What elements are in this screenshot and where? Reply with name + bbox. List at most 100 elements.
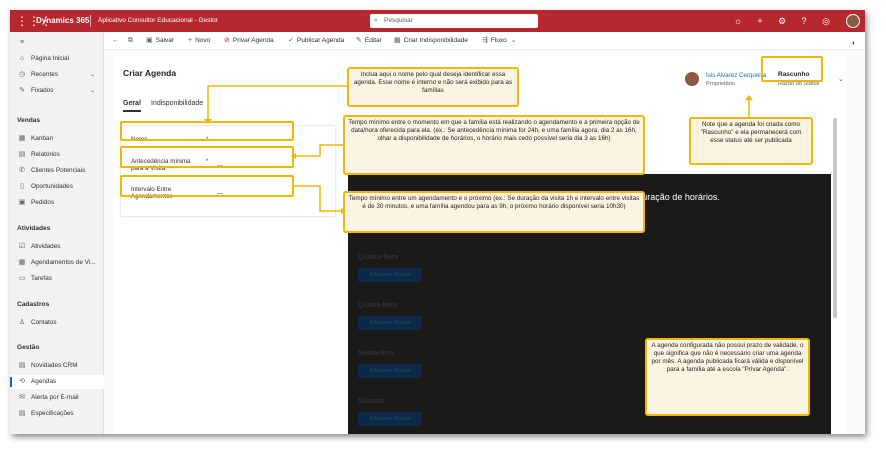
- annotation-status: Note que a agenda foi criada como "Rascu…: [689, 117, 813, 165]
- brand-name[interactable]: Dynamics 365: [36, 16, 89, 25]
- search-icon: ⌕: [374, 17, 378, 24]
- side-panel-icon[interactable]: ◐: [852, 40, 856, 47]
- private-agenda-button[interactable]: ⊘ Privar Agenda: [224, 32, 274, 50]
- sidebar-item-recent[interactable]: ◷ Recentes ⌄: [10, 68, 104, 82]
- sidebar-item-specifications[interactable]: ▤ Especificações: [10, 407, 104, 421]
- schedule-icon: ⟲: [19, 378, 25, 385]
- calendar-icon: ▦: [394, 37, 401, 44]
- chevron-down-icon: ⌄: [90, 72, 96, 78]
- sidebar-item-label: Pedidos: [31, 199, 55, 206]
- sidebar-item-kanban[interactable]: ▦ Kanban: [10, 132, 104, 146]
- sidebar-item-email-alert[interactable]: ✉ Alerta por E-mail: [10, 391, 104, 405]
- flow-label: Fluxo: [490, 37, 507, 44]
- save-label: Salvar: [155, 37, 175, 44]
- add-slot-button[interactable]: Adicionar horário: [358, 316, 422, 330]
- divider: [90, 15, 91, 27]
- block-icon: ⊘: [224, 37, 230, 44]
- flow-button[interactable]: ⇶ Fluxo ⌄: [482, 32, 520, 50]
- sidebar-item-orders[interactable]: ▣ Pedidos: [10, 196, 104, 210]
- sidebar-item-pinned[interactable]: ✎ Fixados ⌄: [10, 84, 104, 98]
- scrollbar[interactable]: [833, 118, 837, 318]
- day-label-wednesday: Quarta-feira: [358, 252, 399, 261]
- new-button[interactable]: + Novo: [188, 32, 210, 50]
- tab-unavailability[interactable]: Indisponibilidade: [151, 100, 203, 107]
- highlight-interval: [120, 175, 294, 197]
- sidebar-item-label: Alerta por E-mail: [31, 394, 79, 401]
- owner-role: Proprietário: [706, 81, 735, 87]
- new-label: Novo: [195, 37, 211, 44]
- hamburger-menu[interactable]: ≡: [10, 36, 104, 50]
- sidebar-item-reports[interactable]: ▤ Relatórios: [10, 148, 104, 162]
- user-avatar[interactable]: [846, 14, 860, 28]
- group-title-management: Gestão: [17, 344, 40, 351]
- document-icon: ▯: [20, 183, 24, 190]
- edit-label: Editar: [364, 37, 382, 44]
- highlight-advance: [120, 146, 294, 168]
- plus-icon: +: [188, 37, 193, 44]
- chevron-down-icon: ⌄: [510, 37, 517, 44]
- list-icon: ▤: [18, 410, 26, 417]
- top-bar: ⋮⋮⋮ Dynamics 365 Aplicativo Consultor Ed…: [10, 10, 865, 32]
- sidebar-item-agendas[interactable]: ⟲ Agendas: [10, 375, 104, 389]
- kanban-icon: ▦: [18, 135, 26, 142]
- pin-icon: ✎: [19, 87, 25, 94]
- back-button[interactable]: ←: [112, 32, 122, 50]
- sidebar-item-tasks[interactable]: ▭ Tarefas: [10, 272, 104, 286]
- search-input[interactable]: ⌕ Pesquisar: [370, 14, 538, 28]
- chart-icon: ▤: [18, 151, 26, 158]
- check-icon: ✓: [288, 37, 294, 44]
- create-unavailability-button[interactable]: ▦ Criar Indisponibilidade: [394, 32, 468, 50]
- search-placeholder: Pesquisar: [384, 17, 413, 24]
- add-slot-button[interactable]: Adicionar horário: [358, 364, 422, 378]
- help-icon[interactable]: ?: [798, 15, 810, 27]
- sidebar-item-contacts[interactable]: ♙ Contatos: [10, 316, 104, 330]
- day-label-thursday: Quinta-feira: [358, 300, 398, 309]
- sidebar-item-leads[interactable]: ✆ Clientes Potenciais: [10, 164, 104, 178]
- save-button[interactable]: ▣ Salvar: [146, 32, 174, 50]
- app-name[interactable]: Aplicativo Consultor Educacional - Gesto…: [98, 17, 218, 24]
- sidebar-item-label: Recentes: [31, 71, 58, 78]
- sidebar-item-label: Página Inicial: [31, 55, 70, 62]
- order-icon: ▣: [18, 199, 26, 206]
- arrow-left-icon: ←: [112, 37, 119, 44]
- plus-icon[interactable]: +: [754, 15, 766, 27]
- mail-icon: ✉: [19, 394, 25, 401]
- chevron-down-icon[interactable]: ⌄: [838, 75, 844, 83]
- page-title: Criar Agenda: [123, 68, 177, 78]
- popout-icon: ⧉: [128, 37, 133, 44]
- publish-agenda-button[interactable]: ✓ Publicar Agenda: [288, 32, 344, 50]
- clipboard-icon: ☑: [18, 243, 26, 250]
- lightbulb-icon[interactable]: ☼: [732, 15, 744, 27]
- add-slot-button[interactable]: Adicionar horário: [358, 412, 422, 426]
- owner-name[interactable]: Isis Alvarez Cerqueira: [706, 72, 766, 79]
- sidebar-item-label: Atividades: [31, 243, 61, 250]
- sidebar-item-news[interactable]: ▤ Novidades CRM: [10, 359, 104, 373]
- person-icon: ♙: [18, 319, 26, 326]
- add-slot-button[interactable]: Adicionar horário: [358, 268, 422, 282]
- sidebar-item-home[interactable]: ⌂ Página Inicial: [10, 52, 104, 66]
- popout-button[interactable]: ⧉: [128, 32, 136, 50]
- save-icon: ▣: [146, 37, 153, 44]
- copilot-icon[interactable]: ◎: [820, 15, 832, 27]
- clock-icon: ◷: [18, 71, 26, 78]
- highlight-name: [120, 121, 294, 141]
- app-launcher-icon[interactable]: ⋮⋮⋮: [16, 14, 52, 28]
- tab-general[interactable]: Geral: [123, 100, 141, 112]
- owner-avatar: [685, 72, 699, 86]
- news-icon: ▤: [18, 362, 26, 369]
- hamburger-icon: ≡: [19, 39, 25, 46]
- settings-icon[interactable]: ⚙: [776, 15, 788, 27]
- sidebar-item-visit-schedules[interactable]: ▦ Agendamentos de Vi...: [10, 256, 104, 270]
- sidebar-item-opportunities[interactable]: ▯ Oportunidades: [10, 180, 104, 194]
- unavailability-label: Criar Indisponibilidade: [403, 37, 468, 44]
- sidebar-item-activities[interactable]: ☑ Atividades: [10, 240, 104, 254]
- edit-button[interactable]: ✎ Editar: [356, 32, 382, 50]
- sidebar-item-label: Relatórios: [31, 151, 60, 158]
- publish-label: Publicar Agenda: [296, 37, 345, 44]
- day-label-saturday: Sábado: [358, 396, 384, 405]
- annotation-validity: A agenda configurada não possui prazo de…: [645, 338, 810, 416]
- calendar-icon: ▦: [18, 259, 26, 266]
- sidebar-item-label: Agendamentos de Vi...: [31, 259, 96, 266]
- sidebar-item-label: Contatos: [31, 319, 57, 326]
- command-bar: ← ⧉ ▣ Salvar + Novo ⊘ Privar Agenda ✓ Public…: [104, 32, 865, 50]
